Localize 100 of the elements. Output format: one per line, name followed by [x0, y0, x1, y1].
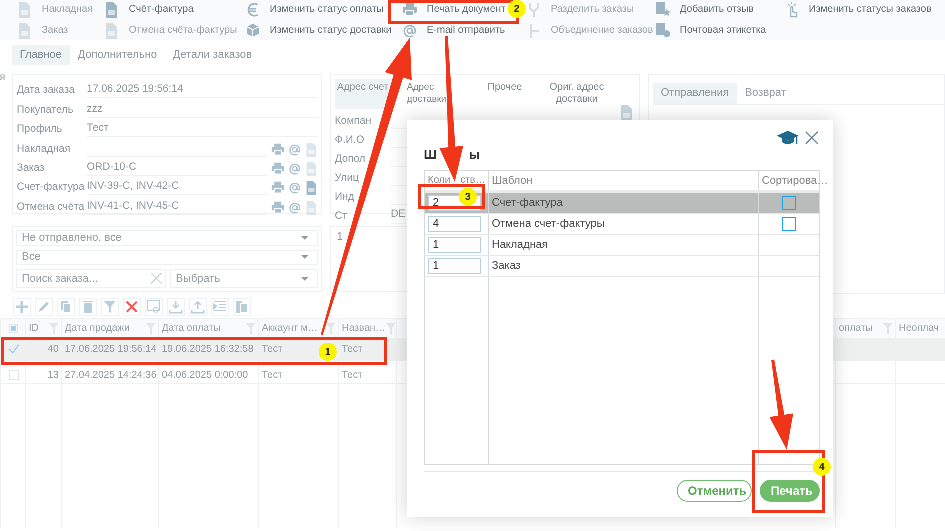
field-label: Компан: [335, 114, 372, 126]
dropdown[interactable]: Все: [16, 250, 318, 265]
field-label: Счет-фактура: [17, 180, 86, 196]
tab[interactable]: Адрес счет: [335, 79, 391, 109]
cancel-button[interactable]: Отменить: [677, 480, 752, 502]
filter-icon[interactable]: [386, 322, 396, 334]
truncated-text: я: [0, 72, 6, 83]
toolbar-button[interactable]: Почтовая этикетка: [680, 25, 766, 36]
dialog-title: Ш: [424, 148, 438, 164]
column-header[interactable]: Дата продажи: [65, 323, 130, 334]
field-value: INV-41-C, INV-45-C: [87, 198, 267, 215]
tab[interactable]: Отправления: [653, 83, 738, 104]
dropdown[interactable]: Выбрать: [170, 269, 318, 288]
printer-icon[interactable]: [271, 181, 286, 196]
tab[interactable]: Главное: [12, 45, 70, 65]
table-search-icon: [147, 300, 161, 314]
quantity-field[interactable]: 1: [428, 258, 481, 274]
at-sign-icon[interactable]: [403, 22, 418, 38]
column-header[interactable]: Назван…: [342, 323, 386, 334]
toolbar-button[interactable]: Изменить статусы заказов: [809, 4, 932, 15]
close-icon: [125, 300, 139, 314]
column-header[interactable]: Дата оплаты: [162, 323, 221, 334]
table-cell: Отмена счет-фактуры: [489, 214, 759, 234]
hand-pointer-icon[interactable]: [785, 2, 800, 18]
toolbar-button[interactable]: [167, 298, 185, 316]
toolbar-button[interactable]: [233, 298, 251, 316]
checkbox[interactable]: [782, 196, 796, 210]
dropdown[interactable]: Не отправлено, все: [16, 230, 318, 246]
toolbar-button[interactable]: [35, 298, 53, 316]
download-icon: [169, 300, 183, 314]
euro-icon[interactable]: [246, 2, 261, 18]
toolbar-button[interactable]: E-mail отправить: [427, 25, 506, 36]
toolbar-button[interactable]: [189, 298, 207, 316]
search-field[interactable]: Поиск заказа...: [16, 269, 166, 288]
checkbox[interactable]: [782, 217, 796, 231]
printer-icon[interactable]: [271, 200, 286, 215]
copy-icon: [59, 300, 73, 314]
toolbar-button[interactable]: [123, 298, 141, 316]
field-value: Тест: [87, 120, 318, 138]
column-header[interactable]: Аккаунт м…: [262, 323, 318, 334]
tab[interactable]: Дополнительно: [70, 45, 166, 65]
toolbar-button[interactable]: Счёт-фактура: [129, 4, 194, 15]
toolbar-button[interactable]: Добавить отзыв: [680, 4, 754, 15]
caret-icon: [301, 236, 309, 240]
dialog-title: ы: [469, 148, 480, 164]
box-icon[interactable]: [246, 22, 261, 38]
at-sign-icon[interactable]: [288, 181, 303, 196]
toolbar-button[interactable]: [145, 298, 163, 316]
print-button[interactable]: Печать: [760, 480, 820, 502]
document-icon[interactable]: [620, 105, 635, 121]
toolbar-button[interactable]: Изменить статус доставки: [270, 25, 392, 36]
tab[interactable]: Прочее: [469, 79, 541, 109]
tab[interactable]: Возврат: [737, 83, 794, 104]
at-sign-icon[interactable]: [288, 200, 303, 215]
field-value: 17.06.2025 19:56:14: [87, 81, 318, 98]
at-sign-icon[interactable]: [288, 162, 303, 176]
toolbar-button[interactable]: [79, 298, 97, 316]
caret-icon: [301, 276, 309, 280]
pencil-icon: [37, 300, 51, 314]
printer-icon[interactable]: [403, 2, 418, 18]
column-header[interactable]: ств…: [460, 175, 486, 186]
table-cell: 13: [25, 361, 61, 383]
toolbar-button[interactable]: Печать документ: [427, 4, 506, 15]
field-value: ORD-10-C: [87, 158, 267, 176]
graduation-cap-icon[interactable]: [777, 130, 799, 146]
add-icon: [15, 300, 29, 314]
tab[interactable]: Адрес доставки: [395, 79, 469, 109]
toolbar-button[interactable]: [101, 298, 119, 316]
filter-icon[interactable]: [326, 322, 336, 334]
tab[interactable]: Ориг. адрес доставки: [541, 79, 613, 109]
column-header[interactable]: оплаты: [839, 323, 873, 334]
column-header[interactable]: Сортирова…: [762, 174, 828, 186]
clear-icon[interactable]: [151, 273, 162, 284]
table-cell: Счет-фактура: [489, 193, 759, 213]
printer-icon[interactable]: [271, 162, 286, 176]
highlight-frame: [418, 184, 486, 210]
table-cell: Тест: [338, 361, 396, 383]
field-label: Заказ: [17, 160, 46, 176]
column-header[interactable]: Коли: [428, 175, 451, 186]
document-badge-icon[interactable]: [656, 22, 671, 38]
field-label: Улиц: [335, 172, 360, 184]
close-icon[interactable]: [805, 131, 819, 145]
checkmark-icon[interactable]: [8, 344, 20, 354]
toolbar-button[interactable]: [57, 298, 75, 316]
toolbar-button[interactable]: [211, 298, 229, 316]
tab[interactable]: Детали заказов: [165, 45, 260, 65]
at-sign-icon[interactable]: [288, 142, 303, 157]
quantity-field[interactable]: 1: [428, 237, 481, 253]
table-cell: 19.06.2025 16:32:58: [158, 338, 258, 360]
column-header[interactable]: ID: [29, 323, 39, 334]
printer-icon[interactable]: [271, 142, 286, 157]
field-label: Накладная: [17, 142, 72, 157]
quantity-field[interactable]: 4: [428, 216, 481, 232]
document-icon[interactable]: [105, 2, 120, 18]
toolbar-button[interactable]: Изменить статус оплаты: [270, 4, 384, 15]
document-star-icon[interactable]: [656, 2, 671, 18]
toolbar-button[interactable]: [13, 298, 31, 316]
column-header[interactable]: Неоплач: [899, 323, 940, 334]
column-header[interactable]: Шаблон: [492, 174, 533, 186]
table-cell: 17.06.2025 19:56:14: [61, 338, 158, 360]
